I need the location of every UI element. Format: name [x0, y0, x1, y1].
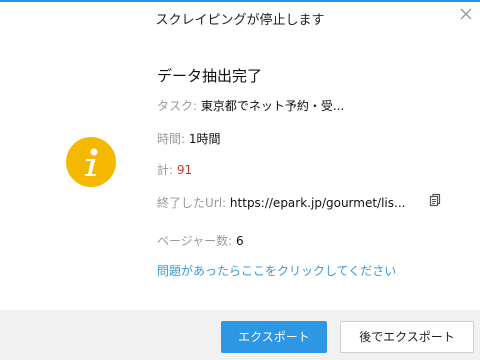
info-icon	[66, 137, 116, 187]
pages-row: ページャー数: 6	[157, 232, 244, 249]
task-label: タスク:	[157, 99, 201, 113]
pages-value: 6	[236, 234, 244, 248]
close-icon[interactable]	[458, 6, 474, 22]
summary-heading: データ抽出完了	[157, 67, 263, 85]
export-later-button[interactable]: 後でエクスポート	[340, 321, 474, 353]
total-label: 計:	[157, 163, 177, 177]
url-row: 終了したUrl: https://epark.jp/gourmet/lis...	[157, 194, 405, 211]
copy-icon[interactable]	[428, 193, 442, 207]
pages-label: ページャー数:	[157, 234, 237, 248]
url-label: 終了したUrl:	[157, 196, 230, 210]
url-value: https://epark.jp/gourmet/lis...	[229, 196, 406, 210]
export-button[interactable]: エクスポート	[221, 321, 327, 353]
task-row: タスク: 東京都でネット予約・受...	[157, 97, 344, 114]
top-accent-line	[0, 0, 480, 2]
help-link[interactable]: 問題があったらここをクリックしてください	[157, 262, 396, 279]
dialog-title: スクレイピングが停止します	[155, 13, 325, 28]
task-value: 東京都でネット予約・受...	[200, 99, 345, 113]
time-value: 1時間	[188, 132, 221, 146]
total-value: 91	[176, 163, 193, 177]
total-row: 計: 91	[157, 161, 192, 178]
time-row: 時間: 1時間	[157, 130, 221, 147]
time-label: 時間:	[157, 132, 189, 146]
